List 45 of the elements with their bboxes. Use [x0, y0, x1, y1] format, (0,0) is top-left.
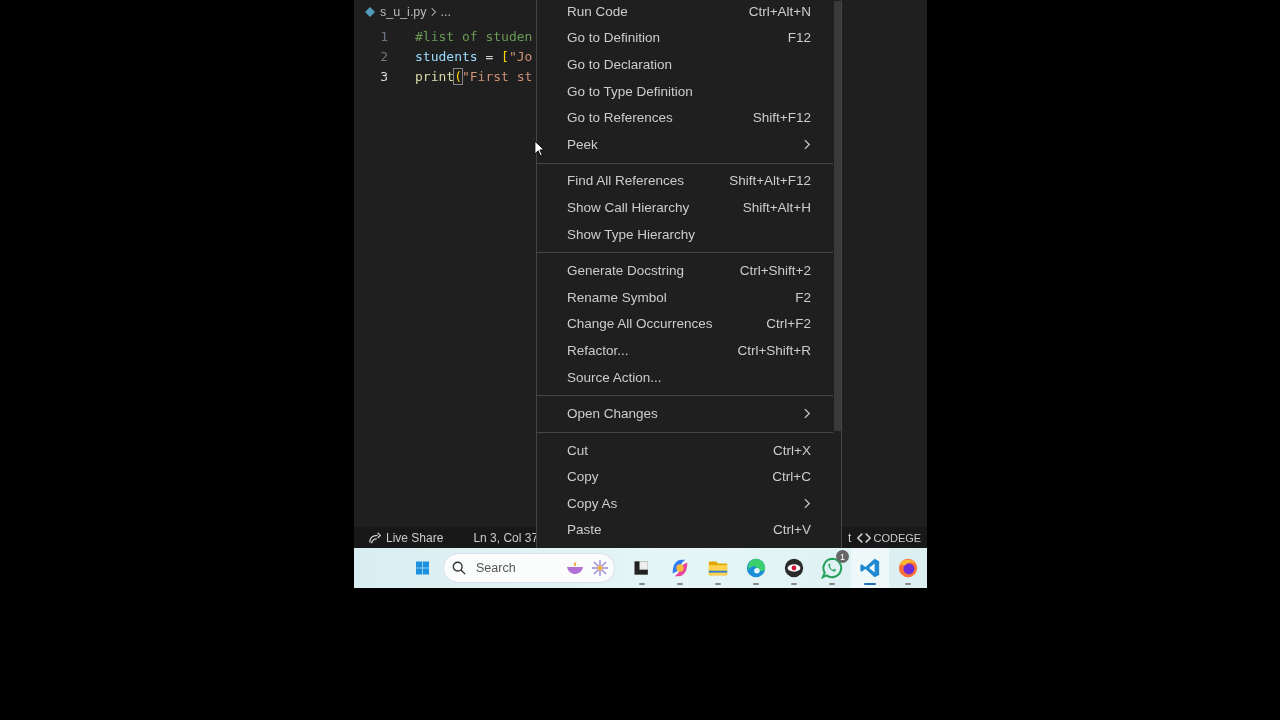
menu-item[interactable]: Show Call Hierarchy Shift+Alt+H — [537, 194, 833, 221]
code-editor-icon[interactable] — [859, 557, 881, 579]
browser-icon[interactable] — [745, 557, 767, 579]
status-item[interactable]: CODEGE — [873, 531, 922, 544]
live-share-icon — [368, 530, 382, 545]
menu-item[interactable]: Go to References Shift+F12 — [537, 104, 833, 131]
firework-icon — [592, 560, 608, 576]
breadcrumb-trail[interactable]: ... — [440, 5, 451, 19]
chevron-right-icon — [430, 7, 437, 17]
python-file-icon — [364, 6, 376, 18]
menu-item[interactable]: Cut Ctrl+X — [537, 436, 833, 464]
lamp-icon — [566, 562, 584, 574]
eye-icon[interactable] — [783, 557, 805, 579]
mouse-pointer-icon — [534, 140, 545, 157]
line-number: 3 — [379, 68, 388, 84]
line-number: 2 — [379, 48, 388, 64]
status-item[interactable]: Live Share — [386, 530, 444, 545]
menu-item[interactable]: Change All Occurrences Ctrl+F2 — [537, 310, 833, 338]
browser-icon[interactable] — [897, 557, 919, 579]
menu-item[interactable]: Show Type Hierarchy — [537, 220, 833, 248]
menu-item[interactable]: Refactor... Ctrl+Shift+R — [537, 337, 833, 364]
search-input[interactable]: Search — [474, 560, 558, 576]
code-line: #list of studen — [415, 28, 533, 44]
search-bar[interactable]: Search — [443, 553, 615, 583]
menu-item[interactable]: Run Code Ctrl+Alt+N — [537, 0, 833, 25]
menu-item[interactable]: Paste Ctrl+V — [537, 516, 833, 544]
menu-item[interactable]: Copy Ctrl+C — [537, 463, 833, 491]
code-line: students = ["Jo — [415, 48, 533, 64]
menu-item[interactable]: Rename Symbol F2 — [537, 283, 833, 311]
menu-item[interactable]: Open Changes — [537, 400, 833, 427]
code-brackets-icon — [857, 530, 872, 545]
search-icon — [452, 561, 466, 575]
menu-item[interactable]: Generate Docstring Ctrl+Shift+2 — [537, 257, 833, 284]
menu-item[interactable]: Go to Declaration — [537, 51, 833, 78]
scrollbar-thumb[interactable] — [834, 1, 841, 431]
menu-item[interactable]: Copy As — [537, 490, 833, 517]
menu-item[interactable]: Find All References Shift+Alt+F12 — [537, 167, 833, 195]
breadcrumb-file[interactable]: s_u_i.py — [380, 5, 427, 19]
menu-item[interactable]: Go to Definition F12 — [537, 24, 833, 52]
code-line: print("First st — [415, 68, 533, 84]
line-number: 1 — [379, 28, 388, 44]
menu-item[interactable]: Source Action... — [537, 363, 833, 391]
menu-item[interactable]: Go to Type Definition — [537, 77, 833, 105]
notification-badge: 1 — [836, 550, 849, 563]
status-item[interactable]: t — [848, 530, 852, 545]
